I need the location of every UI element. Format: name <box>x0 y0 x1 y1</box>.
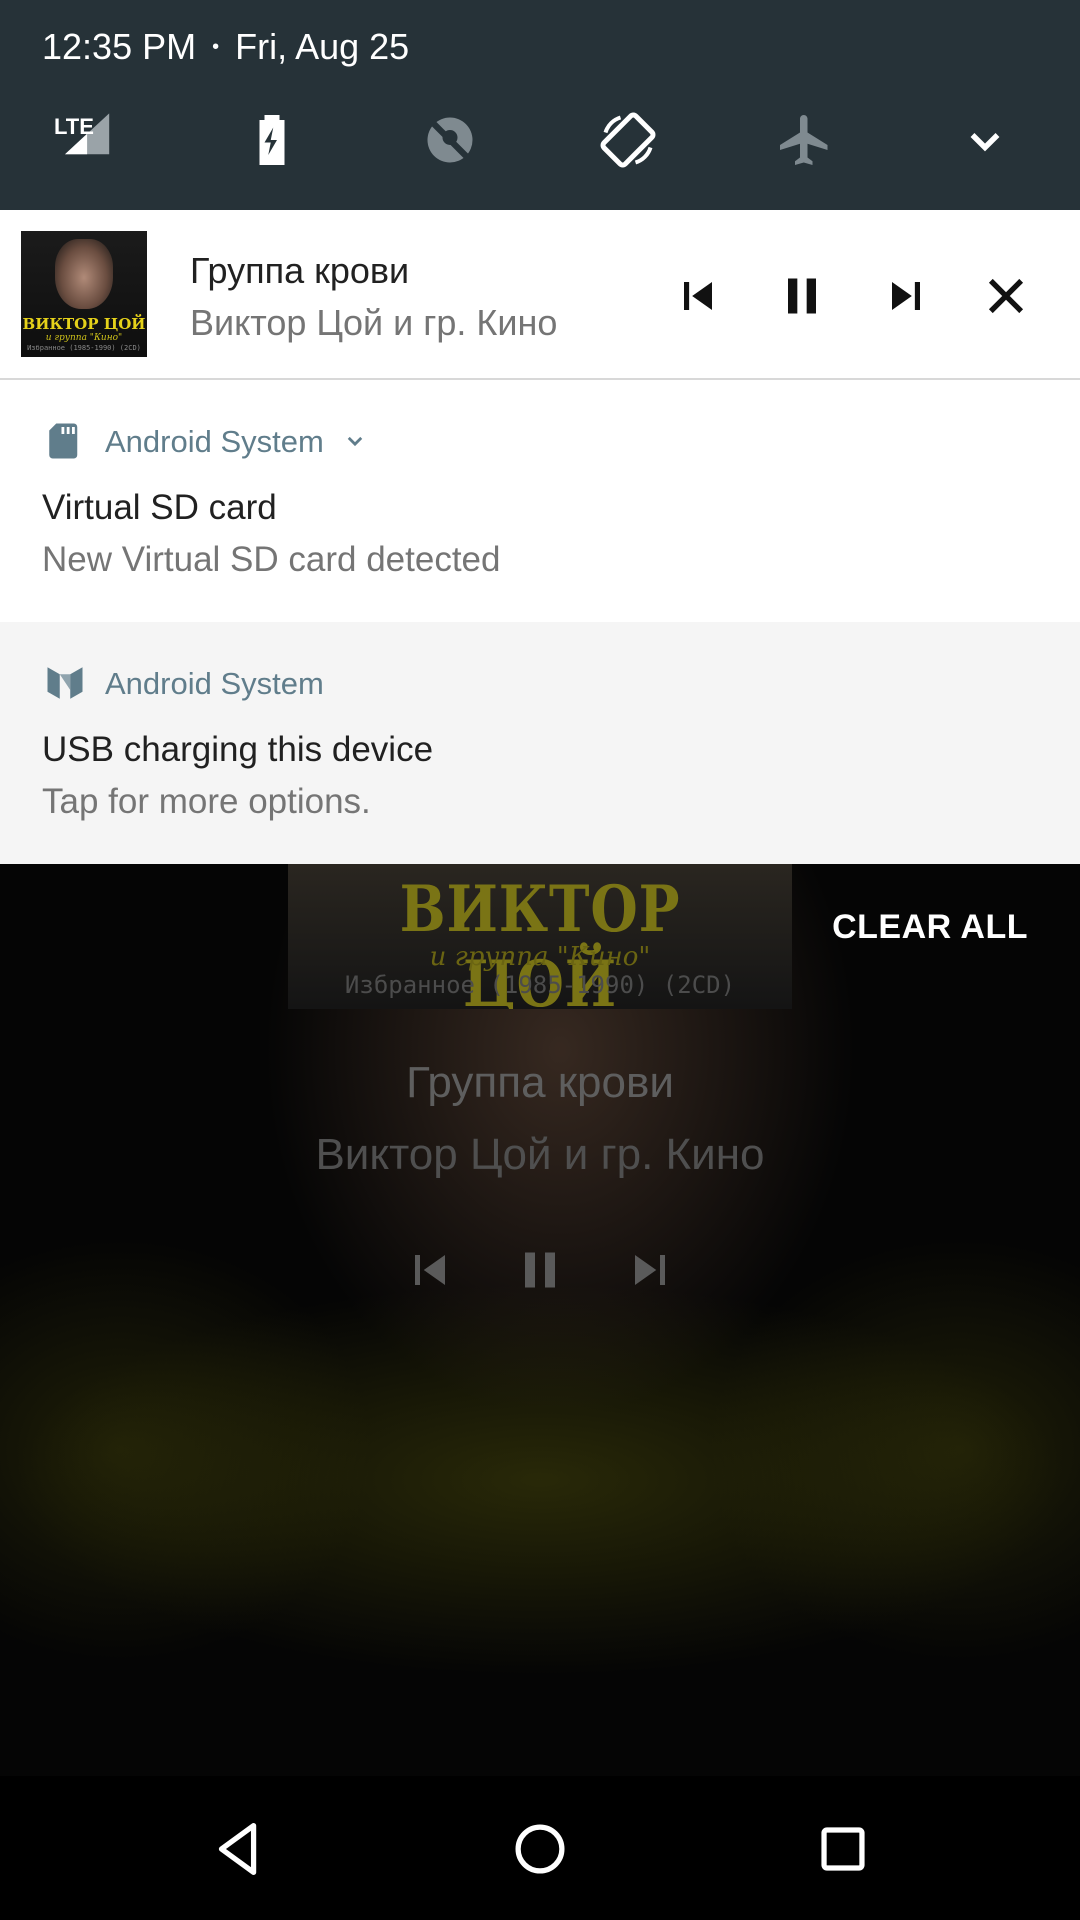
media-track-artist: Виктор Цой и гр. Кино <box>190 302 558 343</box>
close-media-button[interactable] <box>978 268 1034 324</box>
home-icon <box>515 1824 565 1874</box>
previous-track-button[interactable] <box>670 268 726 324</box>
clock-date-row: 12:35 PM • Fri, Aug 25 <box>42 26 409 68</box>
back-button[interactable] <box>204 1814 274 1884</box>
notification-app-name: Android System <box>105 424 324 459</box>
lte-signal-icon[interactable]: LTE <box>52 110 112 170</box>
recents-button[interactable] <box>808 1814 878 1884</box>
background-cover-footer: Избранное (1985-1990) (2CD) <box>344 971 736 999</box>
media-notification[interactable]: ВИКТОР ЦОЙ и группа "Кино" Избранное (19… <box>0 210 1080 380</box>
notification-usb-charging[interactable]: Android System USB charging this device … <box>0 622 1080 864</box>
lte-label: LTE <box>54 114 94 139</box>
album-art-footer: Избранное (1985-1990) (2CD) <box>27 344 141 352</box>
navigation-bar <box>0 1776 1080 1920</box>
background-previous-icon <box>400 1240 460 1300</box>
background-track-artist: Виктор Цой и гр. Кино <box>315 1130 765 1179</box>
notification-title: Virtual SD card <box>42 488 277 527</box>
sd-card-icon <box>44 420 86 462</box>
album-art-subtitle: и группа "Кино" <box>45 333 123 343</box>
battery-charging-icon[interactable] <box>242 110 302 170</box>
album-art: ВИКТОР ЦОЙ и группа "Кино" Избранное (19… <box>21 231 147 357</box>
notification-text: New Virtual SD card detected <box>42 540 501 579</box>
clock: 12:35 PM <box>42 26 197 67</box>
close-icon <box>988 278 1024 314</box>
location-off-icon[interactable] <box>420 110 480 170</box>
next-track-button[interactable] <box>878 268 934 324</box>
notification-app-name: Android System <box>105 666 324 701</box>
background-next-icon <box>620 1240 680 1300</box>
recents-icon <box>821 1827 865 1871</box>
pause-button[interactable] <box>774 268 830 324</box>
home-button[interactable] <box>505 1814 575 1884</box>
notification-text: Tap for more options. <box>42 782 371 821</box>
background-player-controls <box>400 1240 680 1300</box>
notification-title: USB charging this device <box>42 730 434 769</box>
separator-dot: • <box>212 35 220 58</box>
auto-rotate-icon[interactable] <box>598 110 658 170</box>
notification-sd-card[interactable]: Android System Virtual SD card New Virtu… <box>0 380 1080 624</box>
media-track-title: Группа крови <box>190 250 410 291</box>
album-art-portrait <box>55 239 113 309</box>
expand-chevron-icon[interactable] <box>955 110 1015 170</box>
expand-notification-icon[interactable] <box>340 426 370 456</box>
airplane-mode-icon[interactable] <box>775 110 835 170</box>
album-art-title: ВИКТОР ЦОЙ <box>22 315 146 333</box>
android-n-icon <box>44 662 86 704</box>
background-cover-subtitle: и группа "Кино" <box>429 942 651 972</box>
date[interactable]: Fri, Aug 25 <box>235 26 409 68</box>
skip-next-icon <box>892 282 920 310</box>
background-album-cover: ВИКТОР ЦОЙ и группа "Кино" Избранное (19… <box>288 864 792 1009</box>
background-pause-icon <box>510 1240 570 1300</box>
notification-shade-header: 12:35 PM • Fri, Aug 25 LTE <box>0 0 1080 210</box>
skip-previous-icon <box>684 282 712 310</box>
back-icon <box>218 1823 257 1875</box>
clear-all-button[interactable]: CLEAR ALL <box>832 908 1028 947</box>
background-track-title: Группа крови <box>406 1058 674 1107</box>
pause-icon <box>788 278 816 314</box>
